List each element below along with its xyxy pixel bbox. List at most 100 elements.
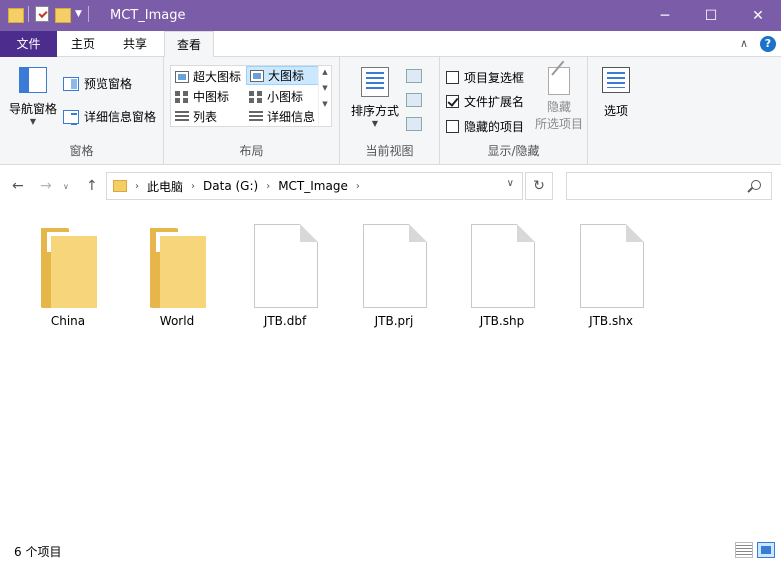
- hidden-items-option[interactable]: 隐藏的项目: [446, 118, 524, 135]
- item-count: 6 个项目: [14, 545, 62, 559]
- ribbon: 导航窗格 ▼ 预览窗格 详细信息窗格 窗格 布局 超大图标 大图标 中图标 小图…: [0, 57, 781, 165]
- chevron-right-icon[interactable]: ›: [191, 181, 195, 192]
- file-icon: [471, 224, 535, 308]
- layout-extra-large-icons[interactable]: 超大图标: [172, 67, 245, 86]
- divider: [28, 6, 29, 22]
- navigation-bar: ← → ∨ ↑ › 此电脑 › Data (G:) › MCT_Image › …: [0, 166, 781, 208]
- layout-extra-large-label: 超大图标: [193, 70, 242, 84]
- nav-pane-button[interactable]: 导航窗格 ▼: [6, 67, 60, 126]
- details-pane-button[interactable]: 详细信息窗格: [63, 108, 156, 125]
- chevron-down-icon: ▼: [371, 119, 379, 128]
- scroll-down-icon[interactable]: ▼: [319, 84, 331, 92]
- address-history-chevron-icon[interactable]: ∨: [507, 178, 514, 189]
- item-checkboxes-option[interactable]: 项目复选框: [446, 69, 524, 86]
- item-name: China: [50, 314, 86, 328]
- tab-home[interactable]: 主页: [60, 31, 106, 57]
- title-bar: ▼ MCT_Image ─ ☐ ✕: [0, 0, 781, 31]
- customize-toolbar-chevron-icon[interactable]: ▼: [75, 9, 82, 19]
- breadcrumb-drive[interactable]: Data (G:): [203, 179, 258, 193]
- group-by-icon[interactable]: [406, 69, 422, 83]
- file-icon: [580, 224, 644, 308]
- address-bar[interactable]: › 此电脑 › Data (G:) › MCT_Image › ∨: [106, 172, 523, 200]
- item-checkboxes-checkbox[interactable]: [446, 71, 459, 84]
- layout-gallery: 超大图标 大图标 中图标 小图标 列表 详细信息 ▲ ▼ ▼: [170, 65, 332, 127]
- maximize-button[interactable]: ☐: [688, 0, 734, 31]
- ribbon-tabs: 文件 主页 共享 查看 ∧ ?: [0, 31, 781, 58]
- current-view-group: 排序方式 ▼ 当前视图: [340, 57, 440, 165]
- layout-small-icons[interactable]: 小图标: [246, 87, 319, 106]
- breadcrumb-this-pc[interactable]: 此电脑: [147, 178, 183, 195]
- options-label: 选项: [603, 104, 628, 118]
- sort-icon: [361, 67, 389, 97]
- list-item[interactable]: JTB.shx: [566, 222, 656, 332]
- layout-list[interactable]: 列表: [172, 107, 245, 126]
- list-item[interactable]: JTB.shp: [457, 222, 547, 332]
- gallery-scroller[interactable]: ▲ ▼ ▼: [318, 66, 331, 126]
- layout-details[interactable]: 详细信息: [246, 107, 319, 126]
- search-input[interactable]: [567, 173, 737, 199]
- breadcrumb-folder[interactable]: MCT_Image: [278, 179, 348, 193]
- list-item[interactable]: China: [23, 222, 113, 332]
- chevron-right-icon[interactable]: ›: [266, 181, 270, 192]
- details-view-icon[interactable]: [735, 542, 753, 558]
- large-icons-view-icon[interactable]: [757, 542, 775, 558]
- new-folder-icon[interactable]: [55, 6, 71, 23]
- details-pane-label: 详细信息窗格: [84, 110, 157, 124]
- properties-icon[interactable]: [35, 6, 49, 22]
- item-name: JTB.dbf: [263, 314, 307, 328]
- pane-group-label: 窗格: [69, 144, 94, 158]
- item-name: JTB.shx: [589, 314, 633, 328]
- sort-by-button[interactable]: 排序方式 ▼: [348, 67, 402, 128]
- quick-access-toolbar: ▼: [8, 6, 89, 23]
- file-icon: [254, 224, 318, 308]
- file-extensions-option[interactable]: 文件扩展名: [446, 93, 524, 110]
- hidden-items-checkbox[interactable]: [446, 120, 459, 133]
- gallery-expand-icon[interactable]: ▼: [319, 100, 331, 108]
- hide-selected-button[interactable]: 隐藏 所选项目: [532, 67, 586, 132]
- sort-by-label: 排序方式: [350, 104, 399, 118]
- layout-details-label: 详细信息: [267, 110, 316, 124]
- item-name: JTB.prj: [374, 314, 414, 328]
- hidden-items-label: 隐藏的项目: [464, 120, 525, 134]
- layout-medium-label: 中图标: [193, 90, 230, 104]
- show-hide-group-label: 显示/隐藏: [487, 144, 540, 158]
- nav-pane-icon: [19, 67, 47, 93]
- scroll-up-icon[interactable]: ▲: [319, 68, 331, 76]
- chevron-right-icon[interactable]: ›: [356, 181, 360, 192]
- help-icon[interactable]: ?: [760, 36, 776, 52]
- file-extensions-checkbox[interactable]: [446, 95, 459, 108]
- list-item[interactable]: JTB.prj: [349, 222, 439, 332]
- folder-icon: [150, 228, 206, 308]
- divider: [87, 6, 89, 22]
- preview-pane-label: 预览窗格: [84, 77, 133, 91]
- layout-group-label: 布局: [239, 144, 264, 158]
- chevron-right-icon[interactable]: ›: [135, 181, 139, 192]
- minimize-button[interactable]: ─: [642, 0, 688, 31]
- up-arrow-icon[interactable]: ↑: [86, 178, 98, 194]
- close-button[interactable]: ✕: [735, 0, 781, 31]
- collapse-ribbon-icon[interactable]: ∧: [740, 37, 748, 50]
- back-arrow-icon[interactable]: ←: [12, 178, 24, 194]
- tab-view[interactable]: 查看: [164, 31, 214, 58]
- folder-icon: [8, 6, 24, 23]
- recent-locations-chevron-icon[interactable]: ∨: [63, 182, 69, 191]
- size-columns-icon[interactable]: [406, 117, 422, 131]
- list-item[interactable]: World: [132, 222, 222, 332]
- search-icon: [751, 180, 761, 190]
- tab-share[interactable]: 共享: [112, 31, 158, 57]
- folder-icon: [113, 180, 127, 192]
- tab-file[interactable]: 文件: [0, 31, 57, 57]
- window-title: MCT_Image: [110, 8, 186, 23]
- add-columns-icon[interactable]: [406, 93, 422, 107]
- layout-list-label: 列表: [193, 110, 218, 124]
- small-icons-icon: [249, 90, 263, 103]
- refresh-button[interactable]: ↻: [525, 172, 553, 200]
- search-box[interactable]: [566, 172, 772, 200]
- preview-pane-button[interactable]: 预览窗格: [63, 75, 132, 92]
- options-button[interactable]: 选项: [594, 67, 638, 119]
- forward-arrow-icon[interactable]: →: [40, 178, 52, 194]
- layout-large-icons[interactable]: 大图标: [246, 66, 319, 85]
- list-item[interactable]: JTB.dbf: [240, 222, 330, 332]
- hide-selected-label-1: 隐藏: [546, 100, 571, 114]
- layout-medium-icons[interactable]: 中图标: [172, 87, 245, 106]
